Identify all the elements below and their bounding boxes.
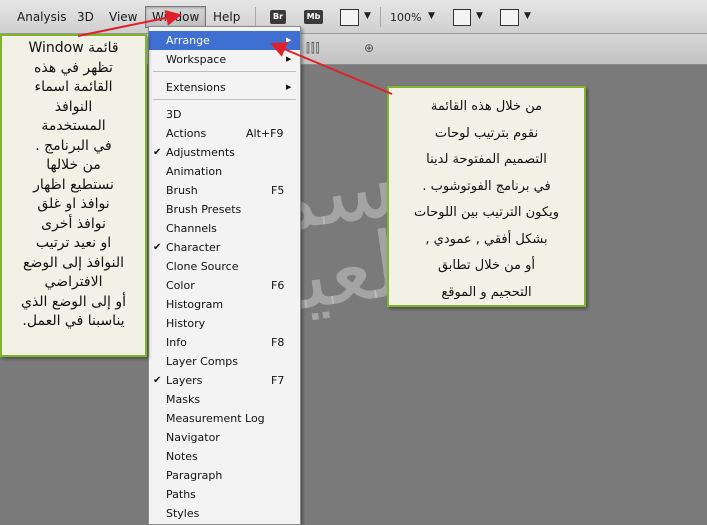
menu-item-navigator[interactable]: Navigator bbox=[149, 428, 300, 447]
menu-item-paths[interactable]: Paths bbox=[149, 485, 300, 504]
menu-item-notes[interactable]: Notes bbox=[149, 447, 300, 466]
chevron-down-icon[interactable]: ▼ bbox=[524, 11, 531, 21]
menu-item-clone-source[interactable]: Clone Source bbox=[149, 257, 300, 276]
menu-analysis[interactable]: Analysis bbox=[17, 10, 66, 24]
menu-item-layer-comps[interactable]: Layer Comps bbox=[149, 352, 300, 371]
menu-item-color[interactable]: Color F6 bbox=[149, 276, 300, 295]
menu-item-actions[interactable]: Actions Alt+F9 bbox=[149, 124, 300, 143]
menu-window[interactable]: Window bbox=[145, 6, 207, 28]
minibridge-button[interactable]: Mb bbox=[304, 10, 323, 24]
zoom-level[interactable]: 100% bbox=[390, 11, 421, 24]
menu-separator bbox=[153, 71, 296, 72]
extras-icon[interactable] bbox=[340, 9, 359, 26]
menu-item-extensions[interactable]: Extensions ▶ bbox=[149, 78, 300, 97]
menu-item-brush-presets[interactable]: Brush Presets bbox=[149, 200, 300, 219]
submenu-arrow-icon: ▶ bbox=[286, 55, 292, 63]
menu-3d[interactable]: 3D bbox=[77, 10, 94, 24]
menu-view[interactable]: View bbox=[109, 10, 137, 24]
menu-separator bbox=[153, 99, 296, 100]
chevron-down-icon[interactable]: ▼ bbox=[428, 11, 435, 21]
arrange-documents-icon[interactable] bbox=[453, 9, 471, 26]
menu-item-channels[interactable]: Channels bbox=[149, 219, 300, 238]
distribute-icon[interactable]: ⊕ bbox=[364, 41, 375, 55]
screen-mode-icon[interactable] bbox=[500, 9, 519, 26]
checkmark-icon: ✔ bbox=[153, 242, 162, 253]
chevron-down-icon[interactable]: ▼ bbox=[364, 11, 371, 21]
menu-item-styles[interactable]: Styles bbox=[149, 504, 300, 523]
checkmark-icon: ✔ bbox=[153, 147, 162, 158]
chevron-down-icon[interactable]: ▼ bbox=[476, 11, 483, 21]
window-menu-dropdown: Arrange ▶ Workspace ▶ Extensions ▶ 3D Ac… bbox=[148, 26, 301, 525]
submenu-arrow-icon: ▶ bbox=[286, 83, 292, 91]
menu-item-brush[interactable]: Brush F5 bbox=[149, 181, 300, 200]
menu-item-histogram[interactable]: Histogram bbox=[149, 295, 300, 314]
toolbar-separator bbox=[255, 7, 256, 27]
menu-item-history[interactable]: History bbox=[149, 314, 300, 333]
menu-item-measurement-log[interactable]: Measurement Log bbox=[149, 409, 300, 428]
menu-item-info[interactable]: Info F8 bbox=[149, 333, 300, 352]
menu-help[interactable]: Help bbox=[213, 10, 240, 24]
menu-item-animation[interactable]: Animation bbox=[149, 162, 300, 181]
callout-arrange: من خلال هذه القائمة نقوم بترتيب لوحات ال… bbox=[387, 86, 586, 307]
menu-item-3d[interactable]: 3D bbox=[149, 105, 300, 124]
menu-item-character[interactable]: ✔ Character bbox=[149, 238, 300, 257]
menu-item-adjustments[interactable]: ✔ Adjustments bbox=[149, 143, 300, 162]
toolbar-separator bbox=[380, 7, 381, 27]
menu-bar: Analysis 3D View Window Help Br Mb ▼ 100… bbox=[0, 0, 707, 34]
checkmark-icon: ✔ bbox=[153, 375, 162, 386]
submenu-arrow-icon: ▶ bbox=[286, 36, 292, 44]
bridge-button[interactable]: Br bbox=[270, 10, 286, 24]
menu-item-masks[interactable]: Masks bbox=[149, 390, 300, 409]
align-icon[interactable]: ⫿⫿⫿ bbox=[306, 41, 321, 56]
menu-item-layers[interactable]: ✔ Layers F7 bbox=[149, 371, 300, 390]
menu-item-arrange[interactable]: Arrange ▶ bbox=[149, 31, 300, 50]
callout-window-menu: قائمة Window تظهر في هذه القائمة اسماء ا… bbox=[0, 34, 147, 357]
menu-item-workspace[interactable]: Workspace ▶ bbox=[149, 50, 300, 69]
menu-item-paragraph[interactable]: Paragraph bbox=[149, 466, 300, 485]
